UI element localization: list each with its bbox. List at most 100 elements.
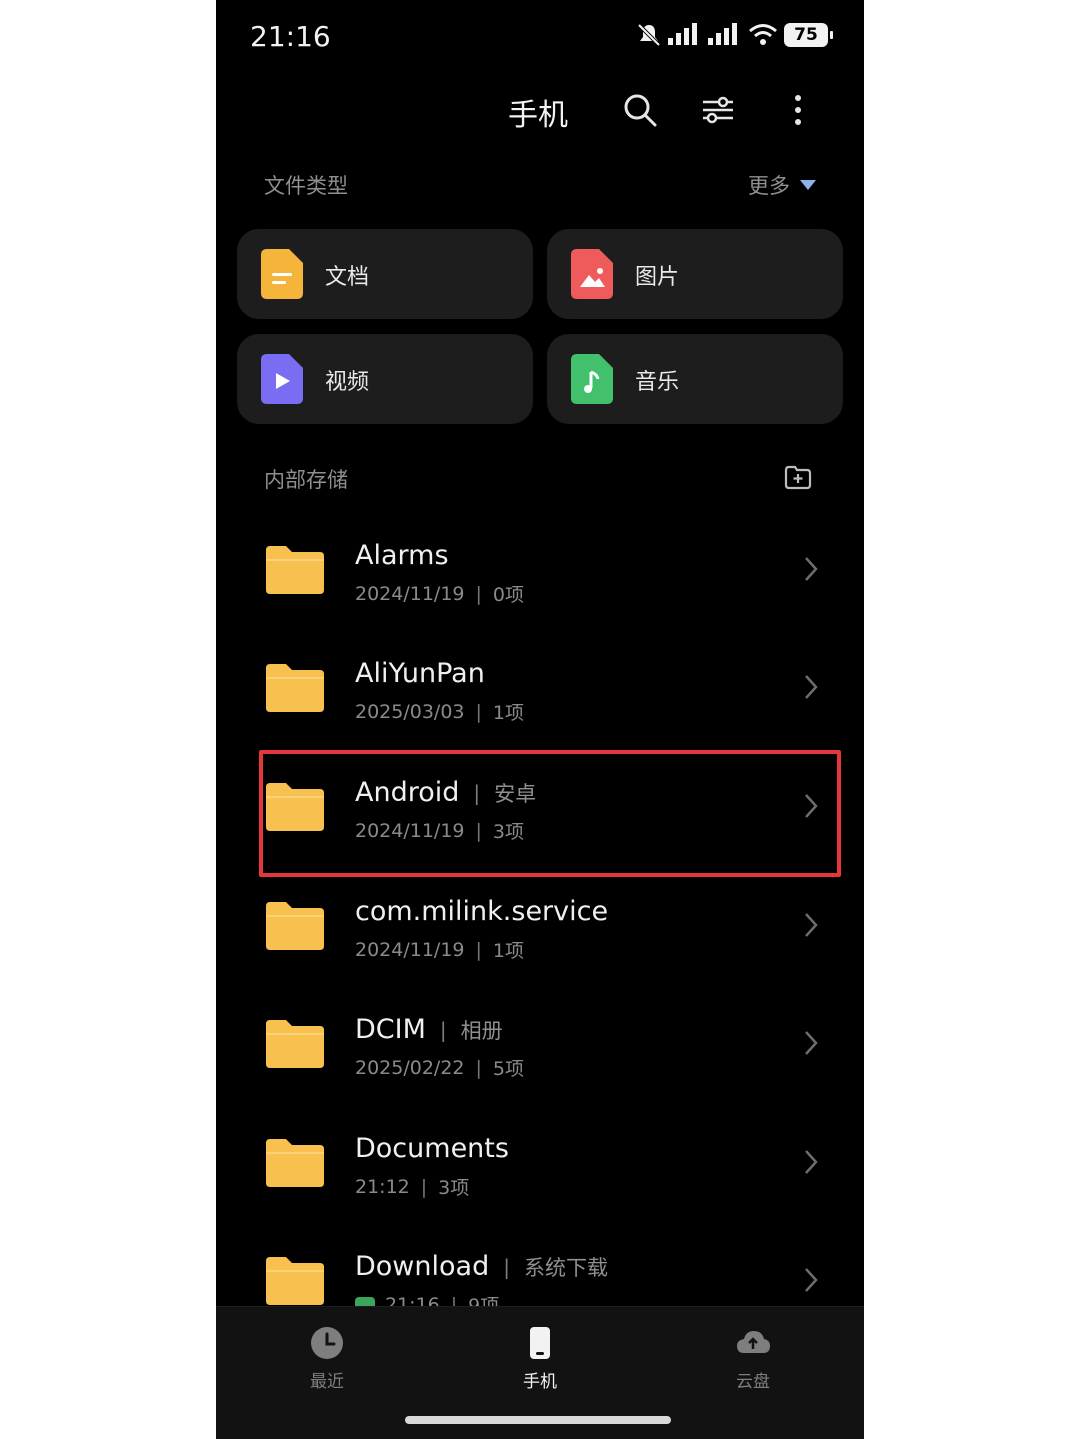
type-card-documents[interactable]: 文档 — [237, 229, 533, 319]
folder-icon — [266, 1020, 324, 1068]
nav-tab-recent[interactable]: 最近 — [267, 1325, 387, 1392]
document-icon — [261, 249, 303, 299]
folder-icon — [266, 664, 324, 712]
folder-name-line: Documents — [355, 1133, 509, 1164]
alias-separator: | — [503, 1254, 510, 1279]
battery-indicator: 75 — [784, 23, 833, 47]
phone-icon — [530, 1327, 550, 1359]
folder-name: DCIM — [355, 1014, 426, 1045]
folder-row-dcim[interactable]: DCIM | 相册 2025/02/22 | 5项 — [216, 984, 864, 1102]
folder-count: 9项 — [468, 1295, 500, 1306]
folder-meta: 21:16 | 9项 — [355, 1291, 499, 1306]
wifi-icon — [749, 24, 777, 45]
folder-count: 1项 — [492, 702, 525, 724]
meta-separator: | — [475, 582, 482, 605]
folder-date: 2024/11/19 — [355, 938, 465, 961]
chevron-right-icon — [805, 794, 818, 818]
music-icon — [571, 354, 613, 404]
folder-meta: 21:12 | 3项 — [355, 1173, 469, 1200]
folder-name: Android — [355, 777, 460, 808]
folder-row-documents[interactable]: Documents 21:12 | 3项 — [216, 1103, 864, 1221]
new-folder-icon[interactable] — [784, 464, 812, 490]
type-label: 视频 — [325, 370, 370, 395]
meta-separator: | — [475, 700, 482, 723]
alias-separator: | — [473, 780, 481, 805]
home-indicator[interactable] — [405, 1416, 671, 1424]
meta-separator: | — [475, 1056, 482, 1079]
folder-icon — [266, 546, 324, 594]
status-bar: 21:16 75 — [216, 0, 864, 76]
type-label: 文档 — [325, 265, 370, 290]
folder-meta: 2024/11/19 | 1项 — [355, 936, 524, 963]
folder-name: com.milink.service — [355, 896, 609, 927]
folder-name: Download — [355, 1251, 490, 1282]
file-types-title: 文件类型 — [264, 174, 348, 198]
more-options-icon[interactable] — [778, 90, 818, 130]
folder-row-com-milink-service[interactable]: com.milink.service 2024/11/19 | 1项 — [216, 866, 864, 984]
folder-row-download[interactable]: Download | 系统下载 21:16 | 9项 — [216, 1221, 864, 1306]
folder-alias: 安卓 — [494, 781, 537, 806]
folder-row-alarms[interactable]: Alarms 2024/11/19 | 0项 — [216, 510, 864, 628]
chevron-right-icon — [805, 913, 818, 937]
folder-meta: 2025/02/22 | 5项 — [355, 1054, 524, 1081]
folder-row-android[interactable]: Android | 安卓 2024/11/19 | 3项 — [216, 747, 864, 865]
folder-row-aliyunpan[interactable]: AliYunPan 2025/03/03 | 1项 — [216, 628, 864, 746]
nav-tab-cloud[interactable]: 云盘 — [693, 1325, 813, 1392]
chevron-right-icon — [805, 1031, 818, 1055]
clock-icon — [311, 1327, 343, 1359]
mute-icon — [637, 23, 661, 47]
more-label: 更多 — [748, 174, 790, 198]
internal-storage-title: 内部存储 — [264, 468, 348, 492]
folder-icon — [266, 902, 324, 950]
chevron-right-icon — [805, 675, 818, 699]
status-icons: 75 — [636, 22, 833, 48]
meta-separator: | — [475, 819, 482, 842]
type-label: 图片 — [635, 265, 680, 290]
folder-date: 2024/11/19 — [355, 582, 465, 605]
folder-name-line: Android | 安卓 — [355, 777, 536, 808]
folder-name: AliYunPan — [355, 658, 485, 689]
nav-label: 最近 — [310, 1372, 344, 1392]
type-card-videos[interactable]: 视频 — [237, 334, 533, 424]
video-icon — [261, 354, 303, 404]
sort-filter-icon[interactable] — [698, 90, 738, 130]
signal-icon-2 — [708, 23, 737, 45]
folder-date: 2025/03/03 — [355, 700, 465, 723]
folder-date: 21:12 — [355, 1175, 410, 1198]
folder-date: 2025/02/22 — [355, 1056, 465, 1079]
status-time: 21:16 — [250, 20, 331, 53]
folder-icon — [266, 783, 324, 831]
meta-separator: | — [420, 1175, 428, 1198]
folder-name: Documents — [355, 1133, 509, 1164]
dropdown-triangle-icon — [800, 180, 816, 190]
folder-alias: 系统下载 — [523, 1255, 608, 1280]
signal-icon — [668, 23, 697, 45]
folder-alias: 相册 — [460, 1018, 503, 1043]
phone-screen: 21:16 75 手机 文件类型 更多 文档 图片 视频 音乐 内部存储 Ala… — [216, 0, 864, 1439]
download-badge-icon — [355, 1296, 375, 1306]
folder-meta: 2025/03/03 | 1项 — [355, 698, 524, 725]
nav-label: 手机 — [523, 1372, 557, 1392]
folder-meta: 2024/11/19 | 0项 — [355, 580, 524, 607]
chevron-right-icon — [805, 557, 818, 581]
folder-count: 0项 — [492, 584, 525, 606]
top-bar: 手机 — [216, 76, 864, 146]
more-button[interactable]: 更多 — [748, 170, 816, 200]
folder-name-line: DCIM | 相册 — [355, 1014, 503, 1045]
nav-tab-phone[interactable]: 手机 — [480, 1325, 600, 1392]
folder-date: 21:16 — [385, 1293, 440, 1307]
meta-separator: | — [450, 1293, 458, 1307]
folder-icon — [266, 1257, 324, 1305]
nav-label: 云盘 — [736, 1372, 770, 1392]
folder-count: 5项 — [492, 1058, 525, 1080]
folder-count: 3项 — [438, 1177, 470, 1199]
type-card-music[interactable]: 音乐 — [547, 334, 843, 424]
search-icon[interactable] — [620, 90, 660, 130]
folder-count: 1项 — [492, 940, 525, 962]
folder-name-line: AliYunPan — [355, 658, 485, 689]
chevron-right-icon — [805, 1150, 818, 1174]
folder-name-line: Download | 系统下载 — [355, 1251, 608, 1282]
folder-name-line: com.milink.service — [355, 896, 608, 927]
folder-icon — [266, 1139, 324, 1187]
type-card-images[interactable]: 图片 — [547, 229, 843, 319]
